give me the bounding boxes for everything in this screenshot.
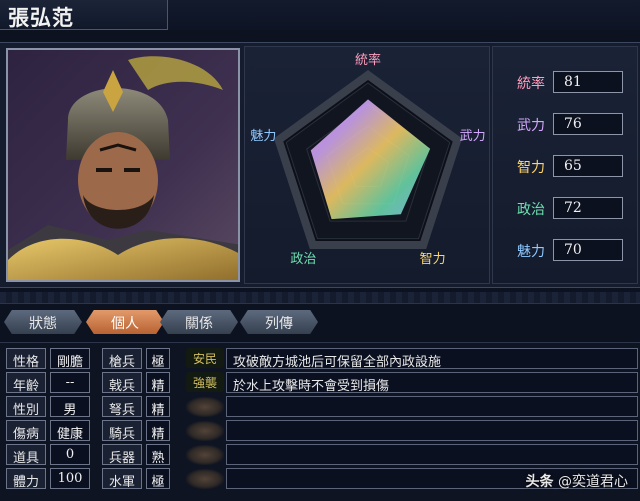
officer-portrait [6, 48, 240, 282]
tab-personal[interactable]: 個人 [86, 310, 164, 334]
troop-rank: 熟 [146, 444, 170, 466]
skill-slot-empty [186, 469, 224, 489]
troop-rank: 精 [146, 372, 170, 394]
skill-description: 於水上攻擊時不會受到損傷 [226, 372, 638, 394]
personal-value: 100 [50, 468, 90, 489]
stat-row-meili: 魅力 70 [497, 239, 635, 263]
troop-label: 弩兵 [102, 396, 142, 418]
troop-rank: 極 [146, 468, 170, 490]
radar-axis-label: 政治 [290, 252, 316, 267]
tab-relations[interactable]: 關係 [160, 310, 238, 334]
stat-row-zhengzhi: 政治 72 [497, 197, 635, 221]
attribute-stats-panel: 統率 81 武力 76 智力 65 政治 72 魅力 70 [492, 46, 638, 284]
personal-label: 性別 [6, 396, 46, 418]
attribute-radar-chart: 統率武力智力 政治 魅力 [250, 52, 486, 267]
troop-rank: 精 [146, 420, 170, 442]
watermark-handle: @奕道君心 [558, 474, 628, 490]
skill-slot-empty [186, 397, 224, 417]
personal-label: 體力 [6, 468, 46, 490]
personal-value: -- [50, 372, 90, 393]
personal-label: 傷病 [6, 420, 46, 442]
skill-slot-empty [186, 421, 224, 441]
tab-biography[interactable]: 列傳 [240, 310, 318, 334]
skill-slot-empty [186, 445, 224, 465]
stat-row-wuli: 武力 76 [497, 113, 635, 137]
personal-value: 男 [50, 396, 90, 418]
radar-axis-label: 武力 [460, 129, 486, 144]
personal-label: 年齡 [6, 372, 46, 394]
radar-axis-label: 魅力 [250, 129, 276, 144]
troop-label: 戟兵 [102, 372, 142, 394]
skill-description: 攻破敵方城池后可保留全部內政設施 [226, 348, 638, 370]
skill-description [226, 420, 638, 441]
stat-row-tongshuai: 統率 81 [497, 71, 635, 95]
stat-label: 魅力 [517, 244, 545, 260]
troop-rank: 精 [146, 396, 170, 418]
personal-value: 剛膽 [50, 348, 90, 370]
portrait-image [8, 50, 238, 280]
skill-description [226, 444, 638, 465]
stat-value: 65 [553, 155, 623, 177]
watermark-brand: 头条 [525, 474, 554, 490]
stat-value: 81 [553, 71, 623, 93]
tab-bar: 狀態 個人 關係 列傳 [0, 310, 640, 336]
personal-value: 0 [50, 444, 90, 465]
stat-row-zhili: 智力 65 [497, 155, 635, 179]
skill-tag[interactable]: 強襲 [186, 372, 224, 392]
personal-label: 性格 [6, 348, 46, 370]
officer-name: 張弘范 [0, 0, 168, 30]
attribute-radar-panel: 統率武力智力 政治 魅力 [244, 46, 490, 284]
stat-value: 72 [553, 197, 623, 219]
skill-description [226, 396, 638, 417]
stat-value: 70 [553, 239, 623, 261]
personal-value: 健康 [50, 420, 90, 442]
troop-rank: 極 [146, 348, 170, 370]
skill-tag[interactable]: 安民 [186, 348, 224, 368]
stat-label: 政治 [517, 202, 545, 218]
radar-axis-label: 智力 [420, 252, 446, 267]
header-strip [168, 0, 640, 30]
stat-label: 統率 [517, 76, 545, 92]
stat-label: 武力 [517, 118, 545, 134]
troop-label: 槍兵 [102, 348, 142, 370]
stat-label: 智力 [517, 160, 545, 176]
section-divider [0, 292, 640, 304]
radar-axis-label: 統率 [355, 52, 381, 68]
troop-label: 兵器 [102, 444, 142, 466]
watermark: 头条 @奕道君心 [526, 471, 628, 491]
personal-label: 道具 [6, 444, 46, 466]
troop-label: 騎兵 [102, 420, 142, 442]
troop-label: 水軍 [102, 468, 142, 490]
stat-value: 76 [553, 113, 623, 135]
tab-status[interactable]: 狀態 [4, 310, 82, 334]
